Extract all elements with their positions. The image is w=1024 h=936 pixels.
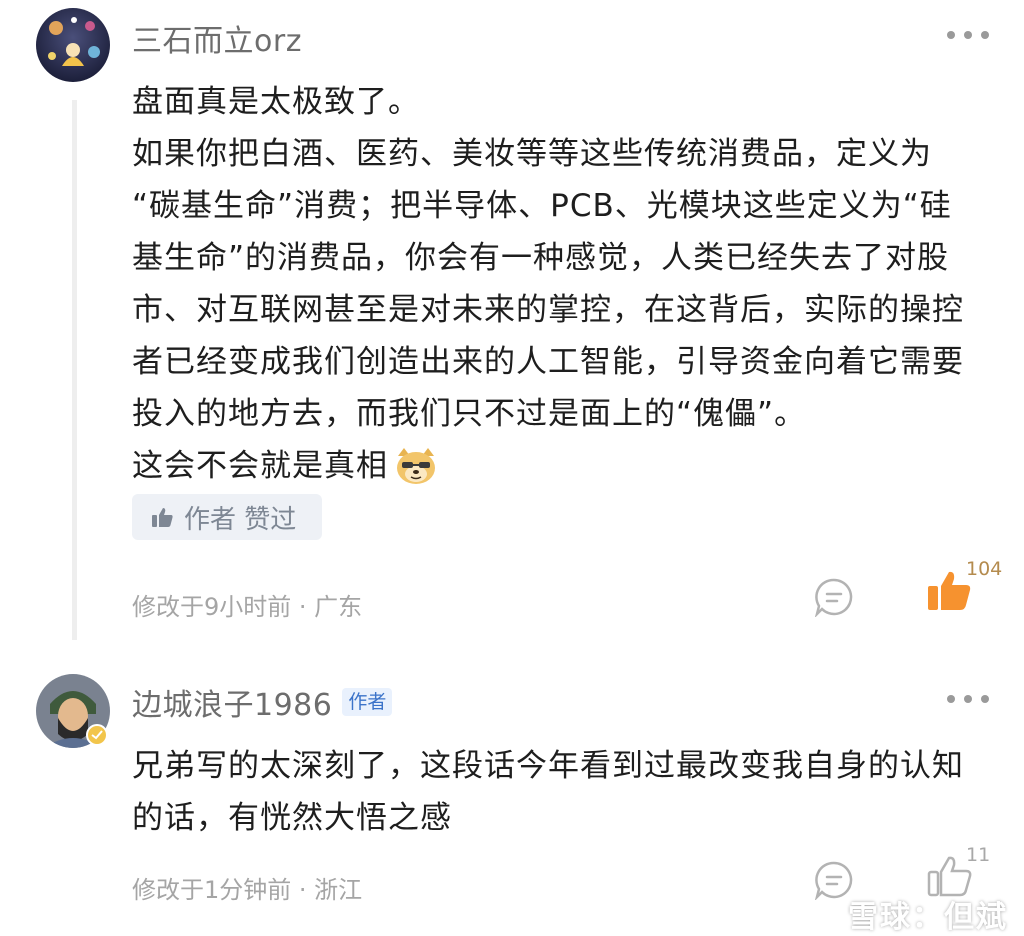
thread-line (72, 100, 77, 640)
author-liked-badge: 作者 赞过 (132, 494, 322, 540)
watermark: 雪球：但斌 (808, 892, 1008, 936)
username[interactable]: 三石而立orz (132, 16, 302, 60)
comment-line: 的话，有恍然大悟之感 (132, 800, 452, 836)
username[interactable]: 边城浪子1986 (132, 680, 332, 724)
thumbs-up-icon (152, 508, 173, 527)
comment-line: 这会不会就是真相 (132, 440, 1012, 492)
comment-line-text: 这会不会就是真相 (132, 448, 388, 484)
comment-meta: 修改于1分钟前 · 浙江 (132, 876, 363, 904)
username-row: 边城浪子1986 作者 (132, 680, 393, 724)
comment-line: 基生命”的消费品，你会有一种感觉，人类已经失去了对股 (132, 240, 950, 276)
comment-line: 兄弟写的太深刻了，这段话今年看到过最改变我自身的认知 (132, 748, 964, 784)
comment-line: “碳基生命”消费；把半导体、PCB、光模块这些定义为“硅 (132, 188, 952, 224)
comment-line: 者已经变成我们创造出来的人工智能，引导资金向着它需要 (132, 344, 964, 380)
snowball-logo-icon (809, 901, 841, 924)
author-liked-label: 作者 赞过 (184, 504, 297, 535)
comment-meta: 修改于9小时前 · 广东 (132, 593, 363, 621)
reply-bubble-icon[interactable] (814, 577, 854, 617)
verified-badge-icon (86, 724, 108, 746)
avatar-image (36, 8, 110, 82)
doge-emoji-icon (397, 448, 435, 484)
comment-body: 盘面真是太极致了。 如果你把白酒、医药、美妆等等这些传统消费品，定义为 “碳基生… (132, 76, 1012, 492)
comment-line: 盘面真是太极致了。 (132, 84, 420, 120)
author-tag: 作者 (342, 688, 393, 716)
comment-body: 兄弟写的太深刻了，这段话今年看到过最改变我自身的认知 的话，有恍然大悟之感 (132, 740, 1012, 844)
more-dots-icon[interactable] (944, 692, 992, 706)
like-count: 104 (966, 558, 1003, 580)
watermark-text: 雪球：但斌 (848, 900, 1008, 935)
more-dots-icon[interactable] (944, 28, 992, 42)
like-count: 11 (966, 844, 991, 866)
comment-line: 市、对互联网甚至是对未来的掌控，在这背后，实际的操控 (132, 292, 964, 328)
comment-line: 如果你把白酒、医药、美妆等等这些传统消费品，定义为 (132, 136, 932, 172)
avatar-user-1[interactable] (36, 8, 110, 82)
comment-line: 投入的地方去，而我们只不过是面上的“傀儡”。 (132, 396, 807, 432)
